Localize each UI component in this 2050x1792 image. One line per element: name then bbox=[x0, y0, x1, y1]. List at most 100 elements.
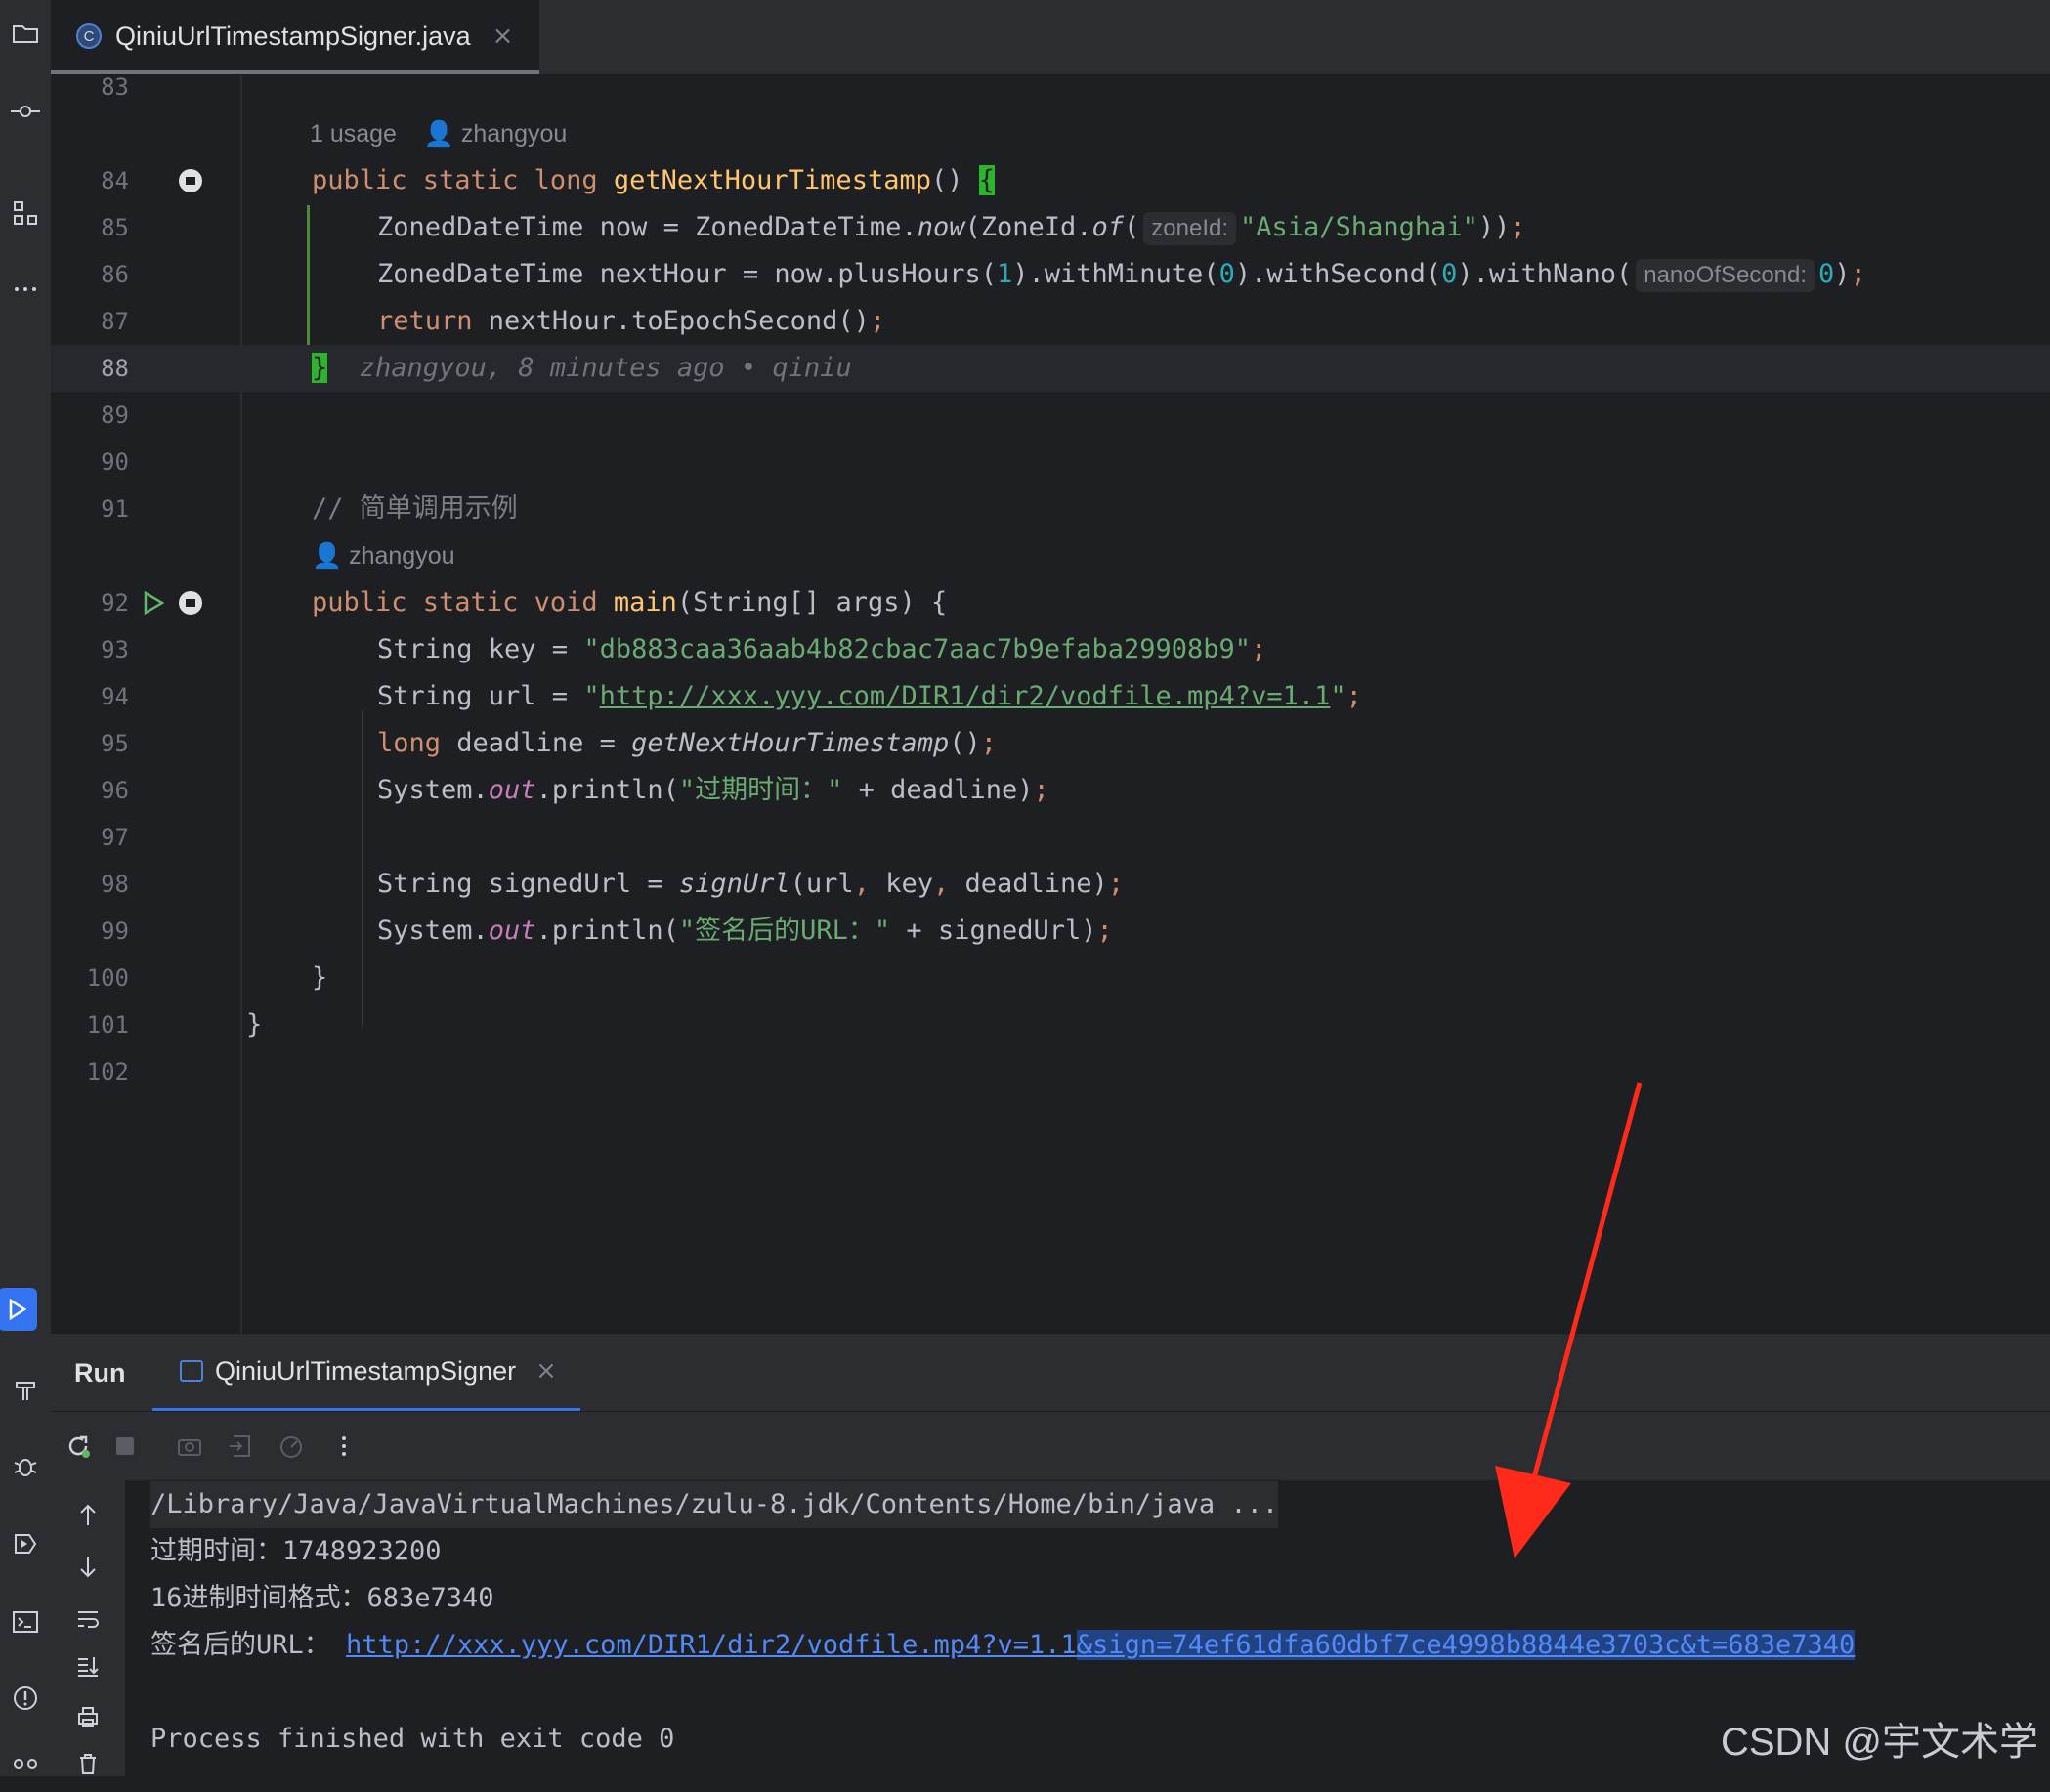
services-icon[interactable] bbox=[0, 1522, 51, 1565]
line-number: 96 bbox=[101, 777, 129, 804]
line-number: 84 bbox=[101, 167, 129, 194]
code-line: 93 String key = "db883caa36aab4b82cbac7a… bbox=[51, 626, 2050, 673]
soft-wrap-icon[interactable] bbox=[70, 1601, 106, 1637]
code-line-current: 88 } zhangyou, 8 minutes ago • qiniu bbox=[51, 345, 2050, 392]
line-number: 95 bbox=[101, 730, 129, 757]
code-line: 97 bbox=[51, 814, 2050, 861]
code-line: 96 System.out.println("过期时间：" + deadline… bbox=[51, 767, 2050, 814]
line-number: 100 bbox=[86, 964, 129, 992]
parameter-hint: nanoOfSecond: bbox=[1636, 259, 1815, 292]
run-gutter-icon[interactable] bbox=[141, 590, 166, 616]
run-toolbar bbox=[51, 1411, 2050, 1480]
close-icon[interactable]: × bbox=[535, 1356, 557, 1386]
author-inlay[interactable]: 👤 zhangyou bbox=[312, 533, 455, 579]
code-line: 95 long deadline = getNextHourTimestamp(… bbox=[51, 720, 2050, 767]
profiler-icon[interactable] bbox=[274, 1429, 309, 1464]
parameter-hint: zoneId: bbox=[1143, 212, 1237, 245]
run-config-tab[interactable]: QiniuUrlTimestampSigner × bbox=[152, 1334, 580, 1412]
more-options-icon[interactable] bbox=[326, 1429, 362, 1464]
commit-icon[interactable] bbox=[0, 90, 51, 133]
git-blame-inlay[interactable]: zhangyou, 8 minutes ago • qiniu bbox=[360, 353, 852, 383]
author-name: zhangyou bbox=[460, 120, 568, 148]
line-number: 85 bbox=[101, 214, 129, 241]
console-line: 16进制时间格式：683e7340 bbox=[150, 1583, 494, 1613]
string-literal: "db883caa36aab4b82cbac7aac7b9efaba29908b… bbox=[583, 634, 1252, 664]
code-line: 83 bbox=[51, 64, 2050, 110]
line-number: 87 bbox=[101, 308, 129, 335]
structure-icon[interactable] bbox=[0, 192, 51, 235]
line-number: 86 bbox=[101, 261, 129, 288]
code-line: 99 System.out.println("签名后的URL：" + signe… bbox=[51, 908, 2050, 955]
rerun-icon[interactable] bbox=[61, 1429, 96, 1464]
line-number: 88 bbox=[101, 355, 129, 382]
line-number: 89 bbox=[101, 402, 129, 429]
arrow-up-icon[interactable] bbox=[70, 1498, 106, 1533]
screenshot-icon[interactable] bbox=[172, 1429, 207, 1464]
run-tab-label: QiniuUrlTimestampSigner bbox=[215, 1355, 517, 1386]
arrow-down-icon[interactable] bbox=[70, 1549, 106, 1584]
url-link-selected[interactable]: &sign=74ef61dfa60dbf7ce4998b8844e3703c&t… bbox=[1076, 1630, 1856, 1660]
string-literal: "签名后的URL：" bbox=[678, 916, 891, 946]
line-number: 102 bbox=[86, 1058, 129, 1086]
console-line-signed-url: 签名后的URL： http://xxx.yyy.com/DIR1/dir2/vo… bbox=[150, 1622, 1856, 1669]
vcs-icon[interactable] bbox=[0, 1749, 51, 1792]
code-line: 85 ZonedDateTime now = ZonedDateTime.now… bbox=[51, 204, 2050, 251]
close-icon[interactable]: × bbox=[492, 21, 514, 51]
usage-count[interactable]: 1 usage bbox=[310, 120, 397, 148]
console-exit-line: Process finished with exit code 0 bbox=[150, 1724, 675, 1754]
user-icon: 👤 bbox=[423, 120, 454, 148]
java-class-icon: C bbox=[76, 23, 102, 49]
tool-window-strip bbox=[0, 0, 52, 1776]
method-override-icon[interactable] bbox=[178, 590, 203, 616]
code-line: 94 String url = "http://xxx.yyy.com/DIR1… bbox=[51, 673, 2050, 720]
print-icon[interactable] bbox=[70, 1699, 106, 1734]
project-folder-icon[interactable] bbox=[0, 12, 51, 55]
code-line: 89 bbox=[51, 392, 2050, 439]
user-icon: 👤 bbox=[312, 542, 343, 570]
line-number: 92 bbox=[101, 589, 129, 617]
code-line: 84 public static long getNextHourTimesta… bbox=[51, 157, 2050, 204]
tab-label: QiniuUrlTimestampSigner.java bbox=[115, 21, 471, 51]
method-override-icon[interactable] bbox=[178, 168, 203, 193]
line-number: 101 bbox=[86, 1011, 129, 1039]
url-link[interactable]: http://xxx.yyy.com/DIR1/dir2/vodfile.mp4… bbox=[346, 1630, 1077, 1660]
code-line: 98 String signedUrl = signUrl(url, key, … bbox=[51, 861, 2050, 908]
terminal-icon[interactable] bbox=[0, 1600, 51, 1643]
console-icon bbox=[180, 1360, 203, 1382]
code-line: 102 bbox=[51, 1048, 2050, 1095]
code-line: 101 } bbox=[51, 1002, 2050, 1048]
code-line: 91 // 简单调用示例 bbox=[51, 486, 2050, 533]
line-number: 99 bbox=[101, 917, 129, 945]
code-comment: // 简单调用示例 bbox=[312, 493, 518, 524]
problems-icon[interactable] bbox=[0, 1677, 51, 1720]
more-tools-icon[interactable] bbox=[0, 268, 51, 311]
stop-icon[interactable] bbox=[107, 1429, 143, 1464]
code-line: 86 ZonedDateTime nextHour = now.plusHour… bbox=[51, 251, 2050, 298]
code-line: 87 return nextHour.toEpochSecond(); bbox=[51, 298, 2050, 345]
build-hammer-icon[interactable] bbox=[0, 1368, 51, 1411]
run-panel-title: Run bbox=[74, 1358, 126, 1387]
run-tool-icon[interactable] bbox=[0, 1288, 37, 1331]
code-line: 100 } bbox=[51, 955, 2050, 1002]
run-side-toolbar bbox=[51, 1480, 125, 1776]
exit-icon[interactable] bbox=[223, 1429, 258, 1464]
string-literal: "Asia/Shanghai" bbox=[1240, 212, 1478, 242]
code-line: 90 bbox=[51, 439, 2050, 486]
line-number: 98 bbox=[101, 871, 129, 898]
line-number: 91 bbox=[101, 495, 129, 523]
console-label: 签名后的URL： bbox=[150, 1630, 330, 1660]
code-editor[interactable]: 83 1 usage 👤 zhangyou 84 public static l… bbox=[51, 73, 2050, 1333]
debug-bug-icon[interactable] bbox=[0, 1444, 51, 1487]
author-name: zhangyou bbox=[349, 542, 455, 570]
url-string-literal[interactable]: http://xxx.yyy.com/DIR1/dir2/vodfile.mp4… bbox=[600, 681, 1331, 711]
scroll-to-end-icon[interactable] bbox=[70, 1648, 106, 1684]
console-command-line[interactable]: /Library/Java/JavaVirtualMachines/zulu-8… bbox=[150, 1481, 1279, 1528]
console-line: 过期时间：1748923200 bbox=[150, 1536, 442, 1566]
line-number: 90 bbox=[101, 448, 129, 476]
line-number: 93 bbox=[101, 636, 129, 663]
usage-inlay[interactable]: 1 usage 👤 zhangyou bbox=[310, 110, 567, 157]
watermark: CSDN @宇文术学 bbox=[1720, 1721, 2038, 1764]
line-number: 83 bbox=[101, 73, 129, 101]
line-number: 94 bbox=[101, 683, 129, 710]
line-number: 97 bbox=[101, 824, 129, 851]
